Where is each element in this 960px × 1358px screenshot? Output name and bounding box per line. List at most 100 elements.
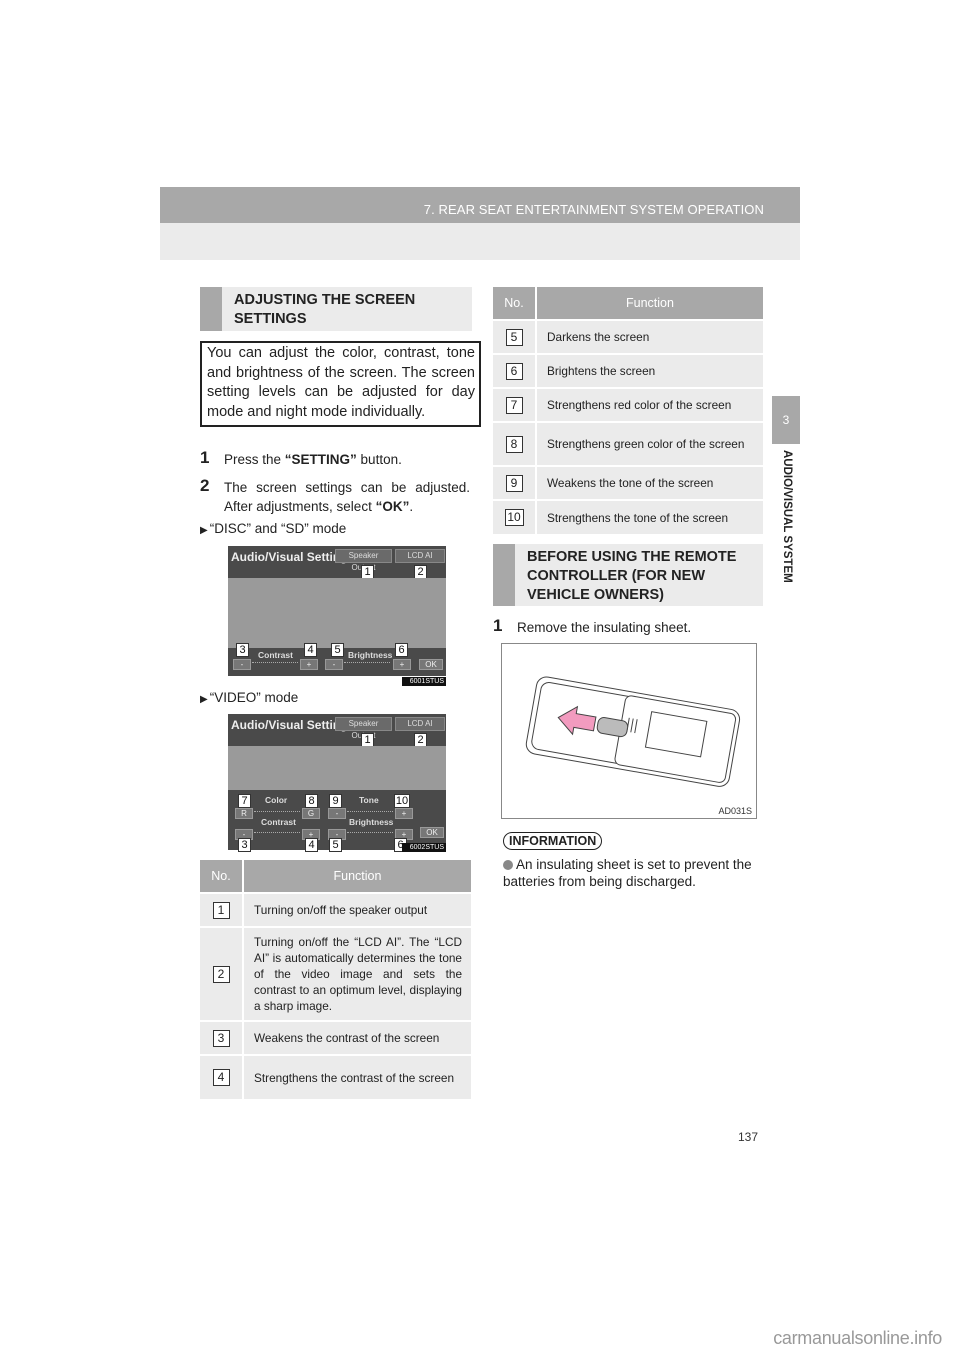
function-text: Weakens the contrast of the screen [243,1020,471,1055]
col-header-no: No. [200,860,244,893]
callout-5: 5 [331,643,344,657]
tone-minus-button: - [328,808,346,819]
callout-3: 3 [238,838,251,852]
color-r-button: R [235,808,253,819]
function-text: Turning on/off the speaker output [243,892,471,927]
step-text-end: . [409,499,414,514]
page-number: 137 [738,1130,759,1144]
callout-2: 2 [414,733,427,747]
color-scale [254,807,300,812]
function-text: Strengthens the contrast of the screen [243,1054,471,1099]
remote-figure: AD031S [501,643,757,819]
callout-3: 3 [236,643,249,657]
function-text: Turning on/off the “LCD AI”. The “LCD AI… [243,926,471,1021]
step-1: 1 Press the “SETTING” button. [200,448,470,469]
step-text: The screen settings can be adjusted. Aft… [224,480,470,514]
heading-accent-bar [200,287,222,331]
function-text: Strengthens the tone of the screen [536,499,763,534]
callout-9: 9 [329,794,342,808]
brightness-label: Brightness [349,817,394,827]
ok-button: OK [420,827,444,838]
heading-accent-bar [493,544,515,606]
mode-text: “VIDEO” mode [209,690,299,705]
tone-plus-button: + [395,808,413,819]
brightness-scale [344,658,390,663]
information-note: An insulating sheet is set to prevent th… [503,856,765,890]
bullet-dot-icon [503,860,513,870]
table-row: 6 Brightens the screen [493,353,763,388]
number-badge: 9 [505,474,523,492]
number-badge: 5 [505,328,523,346]
section-heading-remote: BEFORE USING THE REMOTE CONTROLLER (FOR … [493,544,763,606]
brightness-minus-button: - [325,659,343,670]
chapter-tab-number: 3 [772,396,800,444]
step-button-name: “SETTING” [284,452,357,467]
function-text: Weakens the tone of the screen [536,465,763,500]
mode-heading-video: ▶ “VIDEO” mode [200,690,298,705]
number-badge: 2 [212,965,230,983]
screen-preview-area [228,746,446,790]
information-text: An insulating sheet is set to prevent th… [503,857,752,889]
header-sub-bar [160,223,800,260]
step-number: 2 [200,476,210,495]
callout-7: 7 [238,794,251,808]
figure-code: 6002STUS [402,843,446,852]
step-button-name: “OK” [375,499,410,514]
function-table-left: No. Function 1 Turning on/off the speake… [200,860,471,1099]
information-badge: INFORMATION [503,832,603,850]
number-badge: 3 [212,1029,230,1047]
callout-8: 8 [305,794,318,808]
contrast-scale [252,658,298,663]
table-row: 1 Turning on/off the speaker output [200,892,471,927]
contrast-plus-button: + [300,659,318,670]
callout-4: 4 [304,643,317,657]
number-badge: 8 [505,435,523,453]
step-text-end: button. [356,452,402,467]
screen-illustration-video: Audio/Visual Settings Speaker Output LCD… [228,714,446,852]
ok-button: OK [419,659,443,670]
table-row: 7 Strengthens red color of the screen [493,387,763,422]
section-heading-adjusting: ADJUSTING THE SCREEN SETTINGS [200,287,472,331]
lcd-ai-button: LCD AI [395,549,445,563]
watermark: carmanualsonline.info [773,1328,942,1348]
step-number: 1 [493,616,503,635]
intro-box: You can adjust the color, contrast, tone… [200,341,481,427]
chapter-title: 7. REAR SEAT ENTERTAINMENT SYSTEM OPERAT… [423,202,764,217]
tone-label: Tone [359,795,379,805]
col-header-function: Function [536,287,763,320]
mode-text: “DISC” and “SD” mode [209,521,347,536]
function-text: Strengthens green color of the screen [536,421,763,466]
screen-preview-area [228,578,446,648]
battery-cover [614,695,737,783]
step-text: Press the [224,452,285,467]
figure-code: AD031S [718,806,752,816]
pull-direction-arrow-icon [557,705,597,736]
number-badge: 7 [505,396,523,414]
triangle-bullet-icon: ▶ [200,525,208,536]
callout-6: 6 [395,643,408,657]
function-text: Darkens the screen [536,319,763,354]
table-row: 5 Darkens the screen [493,319,763,354]
brightness-scale [347,828,393,833]
chapter-tab-label-text: AUDIO/VISUAL SYSTEM [781,450,793,583]
number-badge: 6 [505,362,523,380]
information-label: INFORMATION [503,832,603,850]
color-g-button: G [302,808,320,819]
chapter-tab-label: AUDIO/VISUAL SYSTEM [772,450,800,600]
table-row: 9 Weakens the tone of the screen [493,465,763,500]
speaker-output-button: Speaker Output [335,549,392,572]
table-row: 2 Turning on/off the “LCD AI”. The “LCD … [200,926,471,1021]
table-row: 3 Weakens the contrast of the screen [200,1020,471,1055]
mode-heading-disc: ▶ “DISC” and “SD” mode [200,521,346,536]
speaker-output-button: Speaker Output [335,717,392,740]
figure-code: 6001STUS [402,677,446,686]
brightness-plus-button: + [393,659,411,670]
triangle-bullet-icon: ▶ [200,694,208,705]
col-header-function: Function [243,860,471,893]
step-number: 1 [200,448,210,467]
section-heading-text: BEFORE USING THE REMOTE CONTROLLER (FOR … [527,549,737,603]
tone-scale [347,807,393,812]
table-row: 10 Strengthens the tone of the screen [493,499,763,534]
table-header-row: No. Function [200,860,471,893]
callout-1: 1 [361,733,374,747]
